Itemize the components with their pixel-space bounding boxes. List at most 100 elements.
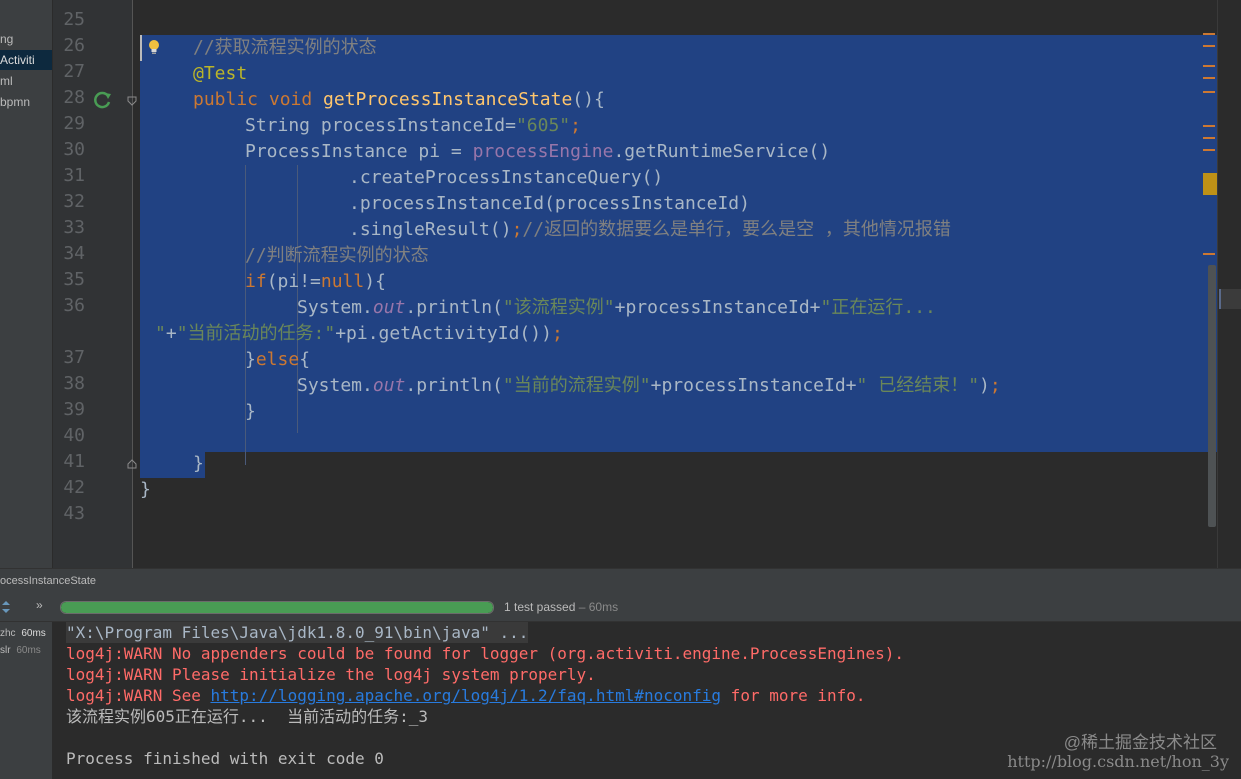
code-token: ; xyxy=(551,323,563,344)
line-number: 27 xyxy=(63,61,85,82)
warning-marker[interactable] xyxy=(1203,125,1215,127)
code-token: +pi.getActivityId()) xyxy=(335,323,552,344)
run-configuration-title[interactable]: ocessInstanceState xyxy=(0,569,96,593)
code-token: +processInstanceId+ xyxy=(614,297,821,318)
code-line[interactable]: }else{ xyxy=(245,347,310,373)
code-line[interactable]: //判断流程实例的状态 xyxy=(245,243,429,269)
project-tree-item[interactable]: bpmn xyxy=(0,92,30,112)
warning-marker[interactable] xyxy=(1203,149,1215,151)
test-results-tree: zhc 60ms slr 60ms xyxy=(0,622,53,779)
code-line[interactable]: } xyxy=(245,399,256,425)
project-tree-item[interactable]: ml xyxy=(0,71,13,91)
run-toolbar: » 1 test passed – 60ms xyxy=(0,593,1241,622)
line-number: 38 xyxy=(63,373,85,394)
console-warning-suffix: for more info. xyxy=(721,686,866,705)
test-name: slr xyxy=(0,645,11,656)
error-stripe[interactable] xyxy=(1217,0,1241,568)
console-output-line: 该流程实例605正在运行... 当前活动的任务:_3 xyxy=(66,707,428,726)
code-line[interactable]: } xyxy=(193,451,204,477)
code-token: @Test xyxy=(193,63,248,84)
code-line[interactable]: ProcessInstance pi = processEngine.getRu… xyxy=(245,139,830,165)
project-tree-item[interactable]: ng xyxy=(0,29,13,49)
code-token: } xyxy=(193,453,204,474)
console-exit-line: Process finished with exit code 0 xyxy=(66,749,384,768)
fold-end-icon[interactable] xyxy=(127,459,137,469)
project-panel: ng Activiti ml bpmn xyxy=(0,0,53,568)
warning-marker[interactable] xyxy=(1203,91,1215,93)
code-line[interactable]: "+"当前活动的任务:"+pi.getActivityId()); xyxy=(155,321,563,347)
test-progress-bar xyxy=(60,601,494,614)
expand-more-icon[interactable]: » xyxy=(36,598,43,612)
console-link[interactable]: http://logging.apache.org/log4j/1.2/faq.… xyxy=(211,686,722,705)
line-number: 31 xyxy=(63,165,85,186)
code-line[interactable]: public void getProcessInstanceState(){ xyxy=(193,87,605,113)
code-line[interactable]: System.out.println("当前的流程实例"+processInst… xyxy=(297,373,1001,399)
code-line[interactable]: .processInstanceId(processInstanceId) xyxy=(349,191,750,217)
warning-marker[interactable] xyxy=(1203,33,1215,35)
test-time: 60ms xyxy=(16,645,41,656)
warning-marker[interactable] xyxy=(1203,45,1215,47)
line-number: 36 xyxy=(63,295,85,316)
code-token: .processInstanceId(processInstanceId) xyxy=(349,193,750,214)
warning-marker[interactable] xyxy=(1203,173,1217,195)
code-token: (){ xyxy=(572,89,605,110)
line-number: 34 xyxy=(63,243,85,264)
test-status-time: – 60ms xyxy=(575,600,619,614)
lightbulb-icon[interactable] xyxy=(146,38,162,56)
test-tree-item[interactable]: slr 60ms xyxy=(0,641,41,661)
code-token: } xyxy=(140,479,151,500)
code-token: .println( xyxy=(405,297,503,318)
warning-marker[interactable] xyxy=(1203,77,1215,79)
code-line[interactable]: } xyxy=(140,477,151,503)
code-line[interactable]: if(pi!=null){ xyxy=(245,269,386,295)
error-marker xyxy=(1219,289,1241,309)
code-token: (pi!= xyxy=(266,271,321,292)
console-warning-prefix: log4j:WARN See xyxy=(66,686,211,705)
line-number: 32 xyxy=(63,191,85,212)
line-number: 35 xyxy=(63,269,85,290)
test-progress-fill xyxy=(61,602,493,613)
fold-icon[interactable] xyxy=(127,96,137,106)
line-number: 28 xyxy=(63,87,85,108)
code-token: +processInstanceId+ xyxy=(650,375,857,396)
code-token: if xyxy=(245,271,267,292)
line-number: 25 xyxy=(63,9,85,30)
code-token: "605" xyxy=(515,115,571,136)
code-token: ProcessInstance pi = xyxy=(245,141,473,162)
code-token: out xyxy=(372,297,406,318)
code-line[interactable]: //获取流程实例的状态 xyxy=(193,35,377,61)
code-token: .getRuntimeService() xyxy=(613,141,831,162)
line-number: 41 xyxy=(63,451,85,472)
code-token: + xyxy=(165,323,177,344)
test-name: zhc xyxy=(0,628,16,639)
warning-marker[interactable] xyxy=(1203,253,1215,255)
code-line[interactable]: @Test xyxy=(193,61,247,87)
test-status-text: 1 test passed xyxy=(504,600,576,614)
code-line[interactable]: .createProcessInstanceQuery() xyxy=(349,165,663,191)
warning-marker[interactable] xyxy=(1203,65,1215,67)
code-token: //获取流程实例的状态 xyxy=(193,37,377,58)
console-warning: log4j:WARN See http://logging.apache.org… xyxy=(66,685,866,706)
sort-icon[interactable] xyxy=(0,599,12,615)
editor-scrollbar-thumb[interactable] xyxy=(1208,265,1216,527)
warning-marker[interactable] xyxy=(1203,137,1215,139)
code-line[interactable]: .singleResult();//返回的数据要么是单行，要么是空 ，其他情况报… xyxy=(349,217,951,243)
code-token: else xyxy=(255,349,300,370)
line-number: 37 xyxy=(63,347,85,368)
code-token: public void xyxy=(193,89,324,110)
code-token: String processInstanceId= xyxy=(245,115,516,136)
code-token: " xyxy=(155,323,166,344)
text-caret xyxy=(140,35,142,61)
code-editor[interactable]: 25 26 27 28 29 30 31 32 33 34 35 36 37 38 39 40 41 42 43 /… xyxy=(53,0,1241,568)
console-warning: log4j:WARN Please initialize the log4j s… xyxy=(66,665,596,684)
line-number: 26 xyxy=(63,35,85,56)
code-token: //判断流程实例的状态 xyxy=(245,245,429,266)
code-token: System. xyxy=(297,375,373,396)
code-line[interactable]: System.out.println("该流程实例"+processInstan… xyxy=(297,295,936,321)
code-token: getProcessInstanceState xyxy=(323,89,573,110)
console-command-line[interactable]: "X:\Program Files\Java\jdk1.8.0_91\bin\j… xyxy=(66,622,529,643)
run-test-icon[interactable] xyxy=(93,90,113,110)
line-number: 29 xyxy=(63,113,85,134)
project-tree-item-selected[interactable]: Activiti xyxy=(0,50,52,70)
code-line[interactable]: String processInstanceId="605"; xyxy=(245,113,581,139)
